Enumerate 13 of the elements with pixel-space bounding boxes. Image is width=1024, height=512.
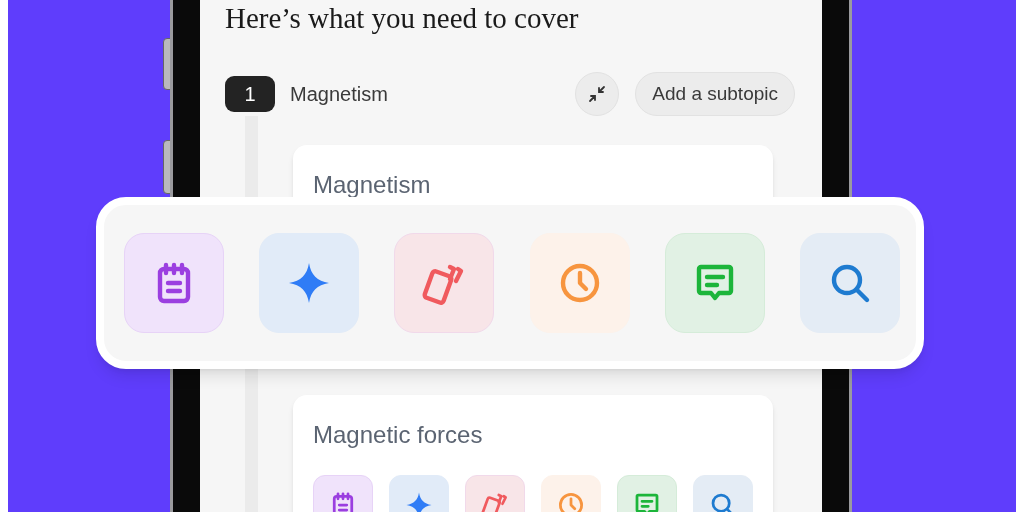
heading: Here’s what you need to cover bbox=[225, 2, 579, 34]
card-title: Magnetic forces bbox=[313, 420, 483, 450]
topic-title: Magnetism bbox=[290, 82, 388, 107]
clock-icon bbox=[556, 490, 586, 512]
tool-button[interactable] bbox=[259, 233, 360, 333]
tool-button[interactable] bbox=[664, 233, 765, 333]
collapse-icon bbox=[587, 84, 608, 104]
tool-button[interactable] bbox=[124, 233, 224, 333]
topic-number-badge: 1 bbox=[225, 76, 275, 112]
tool-button[interactable] bbox=[394, 233, 495, 333]
tool-button[interactable] bbox=[799, 233, 900, 333]
add-subtopic-button[interactable]: Add a subtopic bbox=[635, 72, 795, 116]
card-title: Magnetism bbox=[313, 170, 431, 200]
